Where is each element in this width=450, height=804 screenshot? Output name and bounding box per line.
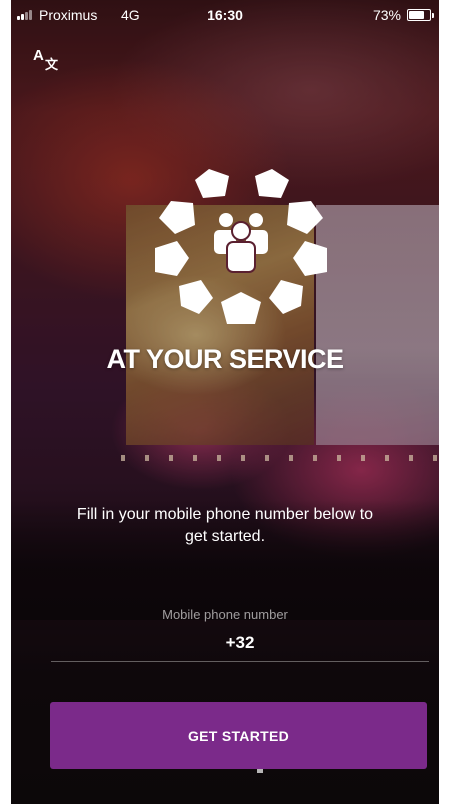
phone-number-input[interactable]	[51, 628, 429, 662]
status-bar: Proximus 4G 16:30 73%	[11, 0, 439, 28]
app-tagline: AT YOUR SERVICE	[106, 344, 344, 374]
people-group-logo-icon	[155, 169, 327, 324]
battery-percentage: 73%	[372, 7, 401, 23]
translate-icon: A	[33, 47, 44, 64]
get-started-button[interactable]: GET STARTED	[50, 702, 427, 769]
battery-icon	[407, 9, 434, 21]
background-dim-overlay	[11, 0, 439, 804]
onboarding-intro-text: Fill in your mobile phone number below t…	[76, 506, 374, 545]
app-screen: Proximus 4G 16:30 73% A 文 AT YOUR SERVIC…	[11, 0, 439, 804]
battery-fill	[409, 11, 424, 19]
device-frame: Proximus 4G 16:30 73% A 文 AT YOUR SERVIC…	[0, 0, 450, 804]
phone-number-label: Mobile phone number	[162, 607, 288, 622]
scroll-indicator	[257, 769, 263, 773]
translate-button[interactable]: A 文	[33, 47, 63, 73]
translate-icon-glyph: 文	[45, 57, 59, 72]
